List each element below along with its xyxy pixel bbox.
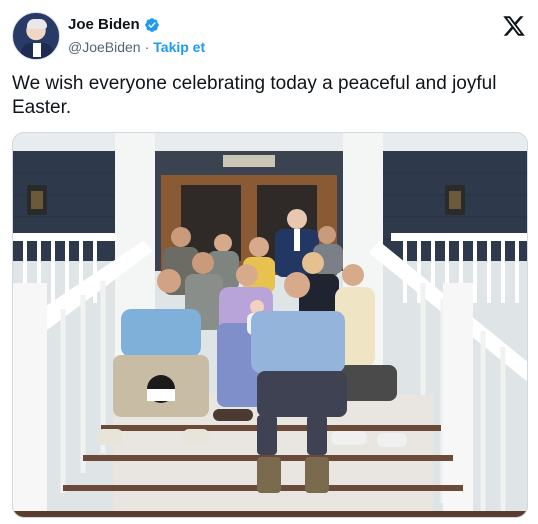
x-logo-icon[interactable] bbox=[502, 14, 526, 38]
author-handle[interactable]: @JoeBiden bbox=[68, 39, 141, 55]
tweet-text: We wish everyone celebrating today a pea… bbox=[12, 73, 497, 118]
tweet-header: Joe Biden @JoeBiden · Takip et bbox=[12, 10, 528, 62]
follow-button[interactable]: Takip et bbox=[153, 39, 205, 55]
author-name[interactable]: Joe Biden bbox=[68, 16, 140, 33]
verified-badge-icon bbox=[144, 17, 159, 32]
tweet-photo[interactable] bbox=[12, 132, 528, 518]
family-photo-image bbox=[13, 133, 527, 517]
separator-dot: · bbox=[144, 39, 150, 55]
tweet-card: Joe Biden @JoeBiden · Takip et We wish e… bbox=[0, 0, 538, 524]
author-avatar[interactable] bbox=[12, 12, 60, 60]
author-name-row: Joe Biden bbox=[68, 16, 160, 33]
author-handle-row: @JoeBiden · Takip et bbox=[68, 39, 205, 55]
